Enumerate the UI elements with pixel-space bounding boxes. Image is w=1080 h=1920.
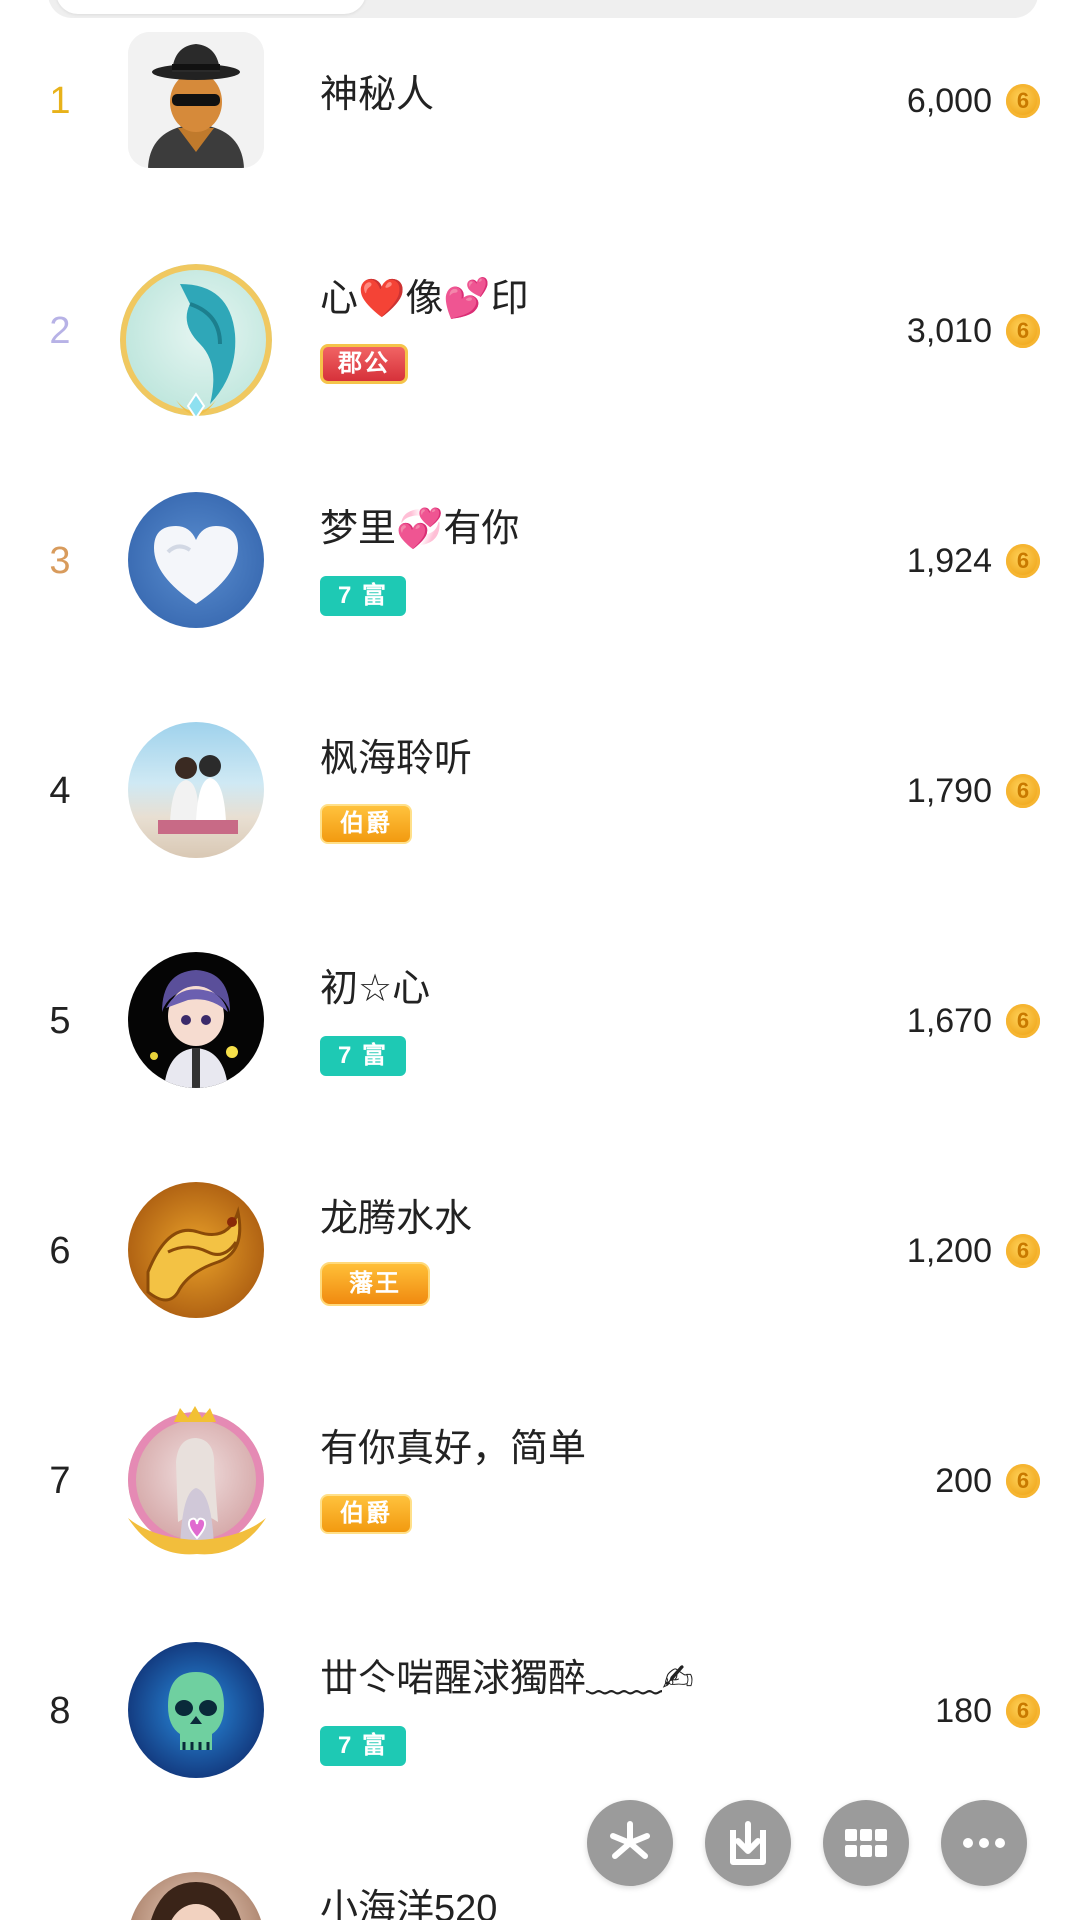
avatar[interactable] (128, 492, 264, 628)
download-icon (730, 1821, 766, 1865)
leaderboard-row[interactable]: 7 有你真好，简单 伯爵 200 6 (0, 1380, 1080, 1580)
coin-icon: 6 (1006, 1234, 1040, 1268)
grid-button[interactable] (823, 1800, 909, 1886)
leaderboard-row[interactable]: 4 枫海聆听 伯爵 1,790 6 (0, 690, 1080, 890)
more-icon (963, 1838, 1005, 1848)
score-value: 1,790 (906, 772, 992, 810)
avatar[interactable] (128, 952, 264, 1088)
pinwheel-button[interactable] (587, 1800, 673, 1886)
pinwheel-icon (610, 1821, 650, 1859)
coin-icon: 6 (1006, 1464, 1040, 1498)
user-name: 龙腾水水 (320, 1198, 473, 1240)
leaderboard-row[interactable]: 5 初☆心 7 富 1,670 6 (0, 920, 1080, 1120)
user-photo-avatar-icon (151, 1882, 241, 1920)
coin-icon: 6 (1006, 1694, 1040, 1728)
rank-number: 4 (49, 770, 71, 812)
coin-icon: 6 (1006, 1004, 1040, 1038)
user-name: 有你真好，简单 (320, 1428, 587, 1470)
score-value: 200 (935, 1462, 992, 1500)
leaderboard-row[interactable]: 3 梦里💞有你 7 富 1,924 6 (0, 460, 1080, 660)
rank-number: 1 (49, 80, 71, 122)
score-value: 180 (935, 1692, 992, 1730)
score-value: 1,924 (906, 542, 992, 580)
rank-number: 5 (49, 1000, 71, 1042)
user-name: 丗仒啱醒浗獨醉﹏﹏✍ (320, 1658, 694, 1700)
avatar[interactable] (128, 1642, 264, 1778)
avatar[interactable] (128, 722, 264, 858)
rank-title-badge: 藩王 (320, 1262, 430, 1306)
user-name: 神秘人 (320, 74, 435, 116)
leaderboard-row[interactable]: 2 心❤️像💕印 郡公 3,010 6 (0, 230, 1080, 430)
golden-dragon-avatar-icon (146, 1206, 242, 1302)
score-value: 1,200 (906, 1232, 992, 1270)
grid-icon (845, 1829, 887, 1857)
avatar[interactable] (128, 1182, 264, 1318)
wealth-level-badge: 7 富 (320, 1726, 406, 1766)
crown-icon (174, 1406, 216, 1422)
user-name: 心❤️像💕印 (320, 278, 529, 320)
wealth-level-badge: 7 富 (320, 1036, 406, 1076)
rank-number: 3 (49, 540, 71, 582)
couple-beach-avatar-icon (158, 755, 238, 834)
coin-icon: 6 (1006, 84, 1040, 118)
rank-title-badge: 伯爵 (320, 804, 412, 844)
skull-avatar-icon (168, 1672, 224, 1750)
leaderboard-row[interactable]: 6 龙腾水水 藩王 1,200 6 (0, 1150, 1080, 1350)
score-value: 1,670 (906, 1002, 992, 1040)
leaderboard-row[interactable]: 8 丗仒啱醒浗獨醉﹏﹏✍ 7 富 180 6 (0, 1610, 1080, 1810)
leaderboard-list: 1 神秘人 6,000 6 2 心❤️像💕印 郡公 3,010 6 3 梦里💞有… (0, 0, 1080, 1920)
user-name: 初☆心 (320, 968, 431, 1010)
user-name: 枫海聆听 (320, 738, 473, 780)
leaderboard-row[interactable]: 1 神秘人 6,000 6 (0, 0, 1080, 200)
rank-number: 7 (49, 1460, 71, 1502)
coin-icon: 6 (1006, 544, 1040, 578)
user-name: 梦里💞有你 (320, 508, 520, 550)
rank-title-badge: 伯爵 (320, 1494, 412, 1534)
frame-wings-icon (176, 392, 216, 420)
rank-number: 8 (49, 1690, 71, 1732)
coin-icon: 6 (1006, 314, 1040, 348)
score-value: 3,010 (906, 312, 992, 350)
anime-boy-avatar-icon (150, 970, 238, 1088)
wealth-level-badge: 7 富 (320, 576, 406, 616)
rank-number: 6 (49, 1230, 71, 1272)
rank-number: 2 (49, 310, 71, 352)
avatar[interactable] (128, 1872, 264, 1920)
user-name: 小海洋520 (320, 1888, 498, 1920)
more-button[interactable] (941, 1800, 1027, 1886)
score-value: 6,000 (906, 82, 992, 120)
coin-icon: 6 (1006, 774, 1040, 808)
download-button[interactable] (705, 1800, 791, 1886)
avatar[interactable] (128, 32, 264, 168)
heart-cloud-avatar-icon (154, 526, 238, 604)
rank-title-badge: 郡公 (320, 344, 408, 384)
mystery-man-avatar-icon (128, 32, 264, 168)
frame-gold-wings-icon (128, 1517, 266, 1555)
leaderboard-row[interactable]: 小海洋520 (0, 1840, 1080, 1920)
